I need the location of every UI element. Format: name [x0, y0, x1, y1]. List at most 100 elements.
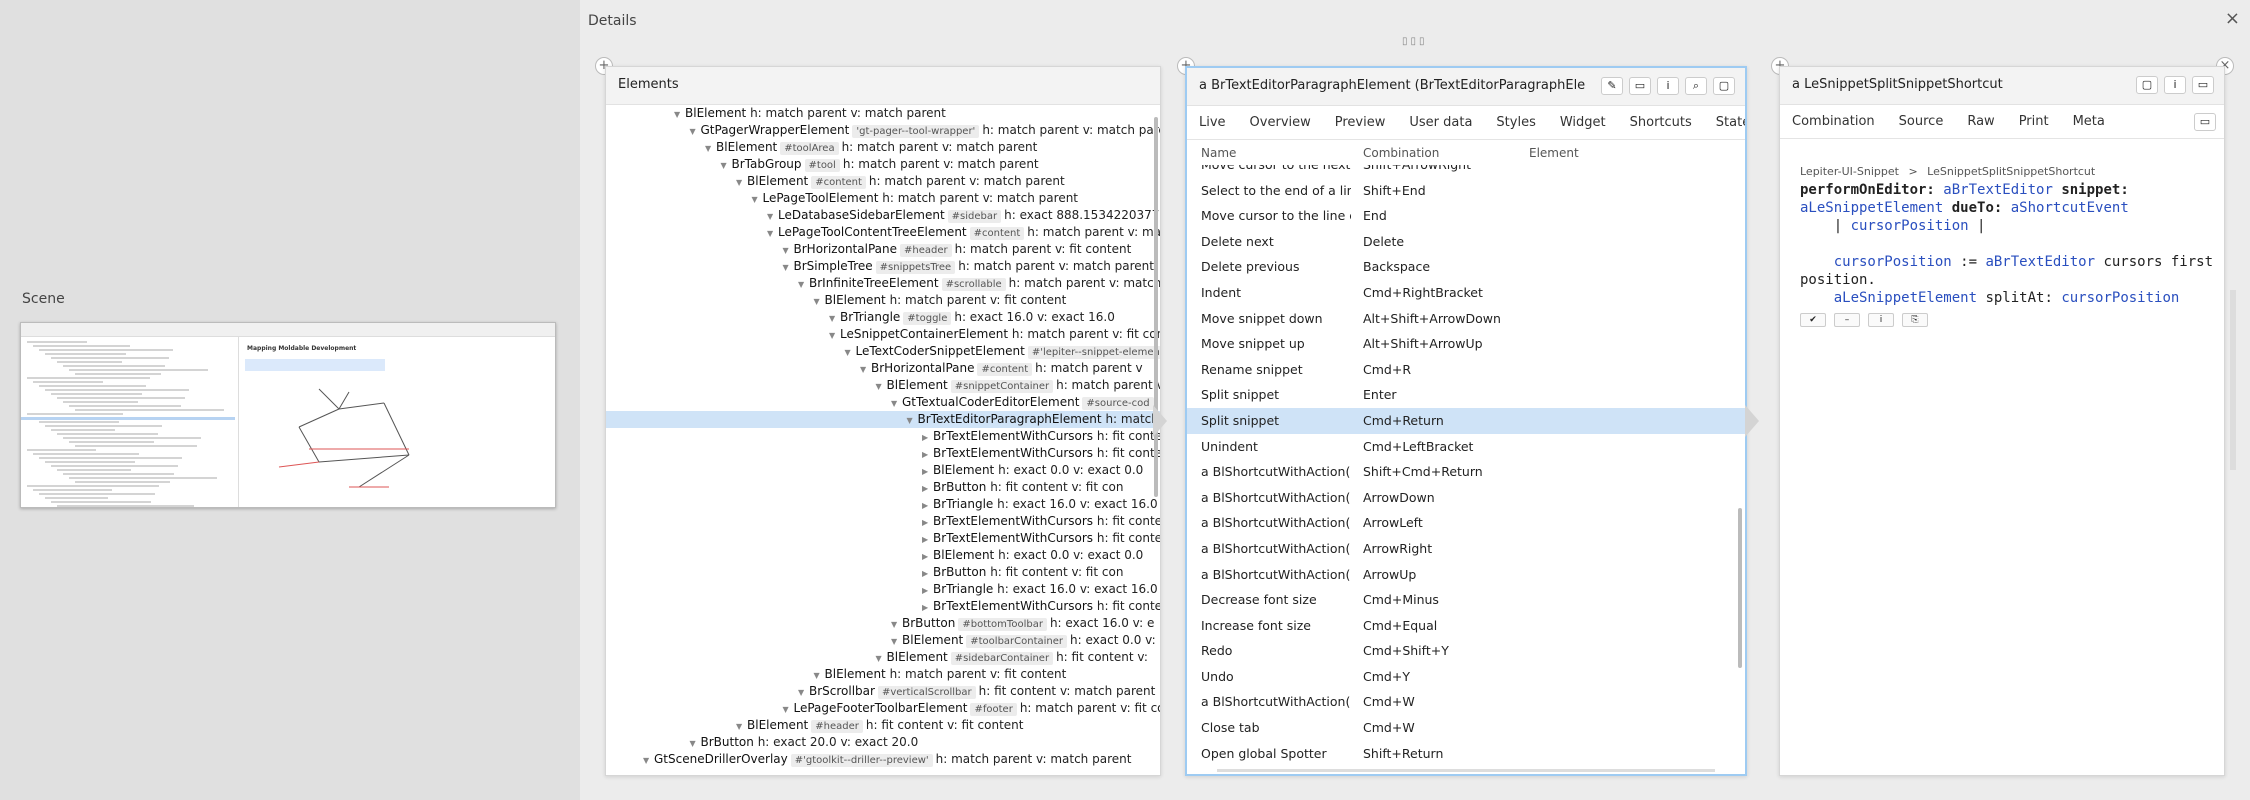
- tab-combination[interactable]: Combination: [1780, 105, 1887, 138]
- shortcut-row[interactable]: Move cursor to the next w Shift+ArrowRigh…: [1187, 165, 1745, 178]
- shortcut-row[interactable]: UnindentCmd+LeftBracketGtTextualCoderEdi…: [1187, 434, 1745, 460]
- expand-toggle-icon[interactable]: ▼: [829, 310, 840, 326]
- shortcut-row[interactable]: RedoCmd+Shift+YLePageToolContentTreeElem…: [1187, 638, 1745, 664]
- pager-dots[interactable]: ▯▯▯: [1402, 36, 1428, 47]
- expand-toggle-icon[interactable]: ▶: [922, 599, 933, 615]
- pick-icon[interactable]: ✎: [1601, 77, 1623, 95]
- expand-toggle-icon[interactable]: ▼: [845, 344, 856, 360]
- info-icon[interactable]: i: [1657, 77, 1679, 95]
- tree-row[interactable]: ▼ BlElement h: match parent v: fit conten…: [606, 292, 1160, 309]
- tab-overview[interactable]: Overview: [1238, 106, 1323, 139]
- shortcut-row[interactable]: a BlShortcutWithAction((AArrowRightBrSim…: [1187, 536, 1745, 562]
- book-icon[interactable]: ▭: [2192, 76, 2214, 94]
- accept-icon[interactable]: ✔: [1800, 313, 1826, 327]
- expand-toggle-icon[interactable]: ▼: [891, 616, 902, 632]
- expand-toggle-icon[interactable]: ▶: [922, 548, 933, 564]
- tab-state[interactable]: State: [1704, 106, 1745, 139]
- expand-toggle-icon[interactable]: ▼: [674, 106, 685, 122]
- tree-row[interactable]: ▼ BrButton h: exact 20.0 v: exact 20.0: [606, 734, 1160, 751]
- expand-toggle-icon[interactable]: ▼: [736, 174, 747, 190]
- element-tree[interactable]: ▼ BlElement h: match parent v: match pare…: [606, 105, 1160, 775]
- expand-toggle-icon[interactable]: ▼: [690, 123, 701, 139]
- expand-toggle-icon[interactable]: ▶: [922, 480, 933, 496]
- tree-row[interactable]: ▶ BrTextElementWithCursors h: fit conte: [606, 428, 1160, 445]
- shortcut-row[interactable]: a BlShortcutWithAction((AArrowDownBrSimp…: [1187, 485, 1745, 511]
- expand-toggle-icon[interactable]: ▶: [922, 497, 933, 513]
- tree-row[interactable]: ▶ BrTriangle h: exact 16.0 v: exact 16.0: [606, 581, 1160, 598]
- expand-toggle-icon[interactable]: ▶: [922, 446, 933, 462]
- search-icon[interactable]: ⌕: [1685, 77, 1707, 95]
- expand-toggle-icon[interactable]: ▶: [922, 429, 933, 445]
- tree-row[interactable]: ▼ GtSceneDrillerOverlay #'gtoolkit--drille…: [606, 751, 1160, 768]
- shortcut-row[interactable]: Delete nextDeleteGtTextualCoderEditorEle…: [1187, 229, 1745, 255]
- expand-toggle-icon[interactable]: ▼: [721, 157, 732, 173]
- shortcut-row[interactable]: Open global SpotterShift+ReturnGtWorldEl…: [1187, 741, 1745, 767]
- shortcut-row[interactable]: Split snippetEnterGtTextualCoderEditorEl…: [1187, 382, 1745, 408]
- tree-row[interactable]: ▼ BrSimpleTree #snippetsTree h: match paren…: [606, 258, 1160, 275]
- expand-icon[interactable]: ▢: [1713, 77, 1735, 95]
- tree-row[interactable]: ▼ BlElement #sidebarContainer h: fit conten…: [606, 649, 1160, 666]
- shortcut-row[interactable]: Select to the end of a lineShift+EndGtTe…: [1187, 178, 1745, 204]
- tree-row[interactable]: ▼ BrTextEditorParagraphElement h: match: [606, 411, 1160, 428]
- tree-row[interactable]: ▼ BrHorizontalPane #content h: match parent…: [606, 360, 1160, 377]
- shortcut-row[interactable]: Close tabCmd+WGtWorldElement @ 715835392…: [1187, 715, 1745, 741]
- expand-toggle-icon[interactable]: ▼: [783, 259, 794, 275]
- expand-toggle-icon[interactable]: ▼: [814, 293, 825, 309]
- breadcrumb-class[interactable]: LeSnippetSplitSnippetShortcut: [1927, 165, 2095, 178]
- tab-user-data[interactable]: User data: [1397, 106, 1484, 139]
- tab-preview[interactable]: Preview: [1323, 106, 1398, 139]
- tree-row[interactable]: ▼ BrTabGroup #tool h: match parent v: match…: [606, 156, 1160, 173]
- tree-row[interactable]: ▼ BlElement #header h: fit content v: fit c…: [606, 717, 1160, 734]
- shortcut-row[interactable]: Rename snippetCmd+RGtTextualCoderEditorE…: [1187, 357, 1745, 383]
- tab-widget[interactable]: Widget: [1548, 106, 1618, 139]
- shortcut-row[interactable]: Move snippet upAlt+Shift+ArrowUpGtTextua…: [1187, 331, 1745, 357]
- tree-row[interactable]: ▼ BrInfiniteTreeElement #scrollable h: matc…: [606, 275, 1160, 292]
- shortcut-row[interactable]: UndoCmd+YLePageToolContentTreeElement @ …: [1187, 664, 1745, 690]
- tree-row[interactable]: ▼ BlElement #content h: match parent v: mat…: [606, 173, 1160, 190]
- shortcut-row[interactable]: Move cursor to the line enEndGtTextualCo…: [1187, 203, 1745, 229]
- tab-meta[interactable]: Meta: [2061, 105, 2117, 138]
- expand-toggle-icon[interactable]: ▼: [736, 718, 747, 734]
- tab-print[interactable]: Print: [2007, 105, 2061, 138]
- expand-toggle-icon[interactable]: ▼: [860, 361, 871, 377]
- header-name[interactable]: Name: [1201, 146, 1351, 160]
- expand-toggle-icon[interactable]: ▼: [907, 412, 918, 428]
- expand-toggle-icon[interactable]: ▶: [922, 531, 933, 547]
- close-icon[interactable]: ×: [2225, 8, 2240, 29]
- expand-toggle-icon[interactable]: ▼: [643, 752, 654, 768]
- tree-row[interactable]: ▶ BrTextElementWithCursors h: fit conte: [606, 530, 1160, 547]
- tree-row[interactable]: ▼ BlElement #snippetContainer h: match pare…: [606, 377, 1160, 394]
- book-icon[interactable]: ▭: [2194, 113, 2216, 131]
- tab-styles[interactable]: Styles: [1484, 106, 1547, 139]
- copy-icon[interactable]: ⎘: [1902, 313, 1928, 327]
- shortcut-row[interactable]: a BlShortcutWithAction(((Cmd+WGtPager @ …: [1187, 689, 1745, 715]
- shortcut-row[interactable]: IndentCmd+RightBracketGtTextualCoderEdit…: [1187, 280, 1745, 306]
- tree-row[interactable]: ▼ GtTextualCoderEditorElement #source-cod: [606, 394, 1160, 411]
- tab-source[interactable]: Source: [1887, 105, 1956, 138]
- header-element[interactable]: Element: [1529, 146, 1729, 160]
- tree-row[interactable]: ▼ BrHorizontalPane #header h: match parent …: [606, 241, 1160, 258]
- tree-row[interactable]: ▼ BrTriangle #toggle h: exact 16.0 v: exact…: [606, 309, 1160, 326]
- tree-row[interactable]: ▼ LeDatabaseSidebarElement #sidebar h: exac…: [606, 207, 1160, 224]
- expand-toggle-icon[interactable]: ▼: [767, 208, 778, 224]
- expand-toggle-icon[interactable]: ▼: [876, 378, 887, 394]
- tree-row[interactable]: ▼ BlElement #toolbarContainer h: exact 0.0 …: [606, 632, 1160, 649]
- expand-toggle-icon[interactable]: ▼: [798, 276, 809, 292]
- expand-toggle-icon[interactable]: ▼: [876, 650, 887, 666]
- expand-toggle-icon[interactable]: ▼: [783, 701, 794, 717]
- expand-toggle-icon[interactable]: ▼: [752, 191, 763, 207]
- expand-toggle-icon[interactable]: ▼: [798, 684, 809, 700]
- scene-thumbnail[interactable]: Mapping Moldable Development: [20, 322, 556, 508]
- tab-live[interactable]: Live: [1187, 106, 1238, 139]
- tab-shortcuts[interactable]: Shortcuts: [1618, 106, 1704, 139]
- expand-toggle-icon[interactable]: ▼: [891, 395, 902, 411]
- tree-row[interactable]: ▼ LeTextCoderSnippetElement #'lepiter--sni…: [606, 343, 1160, 360]
- info-icon[interactable]: i: [1868, 313, 1894, 327]
- expand-toggle-icon[interactable]: ▼: [767, 225, 778, 241]
- expand-toggle-icon[interactable]: ▼: [829, 327, 840, 343]
- tree-row[interactable]: ▶ BrTextElementWithCursors h: fit conte: [606, 445, 1160, 462]
- tree-row[interactable]: ▼ LeSnippetContainerElement h: match pare…: [606, 326, 1160, 343]
- shortcut-row[interactable]: Delete previousBackspaceGtTextualCoderEd…: [1187, 254, 1745, 280]
- source-code-editor[interactable]: performOnEditor: aBrTextEditor snippet: …: [1800, 181, 2214, 307]
- expand-toggle-icon[interactable]: ▼: [705, 140, 716, 156]
